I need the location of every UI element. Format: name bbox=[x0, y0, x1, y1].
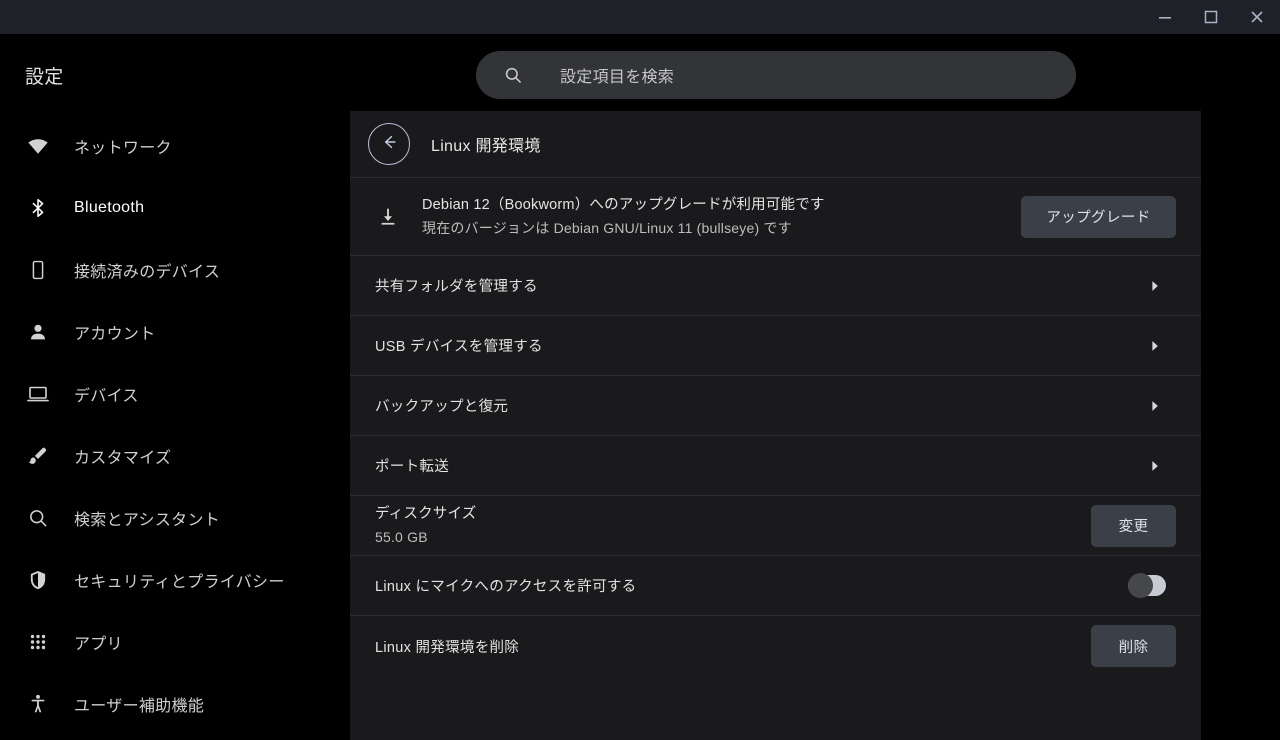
sidebar-item-device[interactable]: デバイス bbox=[0, 363, 350, 425]
minimize-button[interactable] bbox=[1142, 0, 1188, 34]
window-titlebar bbox=[0, 0, 1280, 34]
sidebar-item-accounts[interactable]: アカウント bbox=[0, 301, 350, 363]
remove-linux-button[interactable]: 削除 bbox=[1091, 625, 1176, 667]
close-button[interactable] bbox=[1234, 0, 1280, 34]
sidebar-item-label: Bluetooth bbox=[74, 199, 145, 216]
sidebar-item-label: カスタマイズ bbox=[74, 450, 172, 467]
shield-icon bbox=[25, 568, 51, 592]
main-panel: Linux 開発環境 Debian 12（Bookworm）へのアップグレードが… bbox=[350, 111, 1201, 740]
disk-size-text: ディスクサイズ 55.0 GB bbox=[375, 503, 476, 548]
microphone-access-label: Linux にマイクへのアクセスを許可する bbox=[375, 579, 637, 595]
change-disk-size-button[interactable]: 変更 bbox=[1091, 504, 1176, 547]
brush-icon bbox=[25, 444, 51, 468]
disk-size-value: 55.0 GB bbox=[375, 528, 428, 545]
sidebar-item-label: ユーザー補助機能 bbox=[74, 698, 205, 715]
row-label: ポート転送 bbox=[375, 459, 449, 475]
back-button[interactable] bbox=[368, 123, 410, 165]
settings-window: 設定 ネットワーク Bluetooth 接続済みのデバイス アカウント デバイス… bbox=[0, 0, 1280, 740]
panel-header: Linux 開発環境 bbox=[350, 111, 1201, 177]
bluetooth-icon bbox=[25, 196, 51, 220]
search-icon bbox=[502, 64, 524, 86]
disk-size-row: ディスクサイズ 55.0 GB 変更 bbox=[350, 496, 1201, 556]
minimize-icon bbox=[1157, 9, 1173, 25]
chevron-right-icon bbox=[1146, 337, 1164, 355]
microphone-access-toggle[interactable] bbox=[1128, 573, 1166, 598]
download-icon bbox=[375, 204, 401, 230]
microphone-access-row: Linux にマイクへのアクセスを許可する bbox=[350, 556, 1201, 616]
sidebar-item-accessibility[interactable]: ユーザー補助機能 bbox=[0, 673, 350, 735]
close-icon bbox=[1249, 9, 1265, 25]
search-icon bbox=[25, 506, 51, 530]
chevron-right-icon bbox=[1146, 277, 1164, 295]
sidebar-item-search-assistant[interactable]: 検索とアシスタント bbox=[0, 487, 350, 549]
sidebar-item-connected-devices[interactable]: 接続済みのデバイス bbox=[0, 239, 350, 301]
backup-restore-row[interactable]: バックアップと復元 bbox=[350, 376, 1201, 436]
maximize-icon bbox=[1203, 9, 1219, 25]
sidebar-item-label: デバイス bbox=[74, 388, 139, 405]
accessibility-icon bbox=[25, 692, 51, 716]
app-title: 設定 bbox=[25, 67, 64, 88]
sidebar-item-label: アプリ bbox=[74, 636, 123, 653]
sidebar-item-security-privacy[interactable]: セキュリティとプライバシー bbox=[0, 549, 350, 611]
person-icon bbox=[25, 320, 51, 344]
sidebar-item-label: アカウント bbox=[74, 326, 156, 343]
upgrade-secondary-text: 現在のバージョンは Debian GNU/Linux 11 (bullseye)… bbox=[422, 219, 792, 236]
disk-size-label: ディスクサイズ bbox=[375, 506, 477, 523]
row-label: 共有フォルダを管理する bbox=[375, 279, 538, 295]
settings-rows: Debian 12（Bookworm）へのアップグレードが利用可能です 現在のバ… bbox=[350, 177, 1201, 676]
laptop-icon bbox=[25, 382, 51, 406]
phone-icon bbox=[25, 258, 51, 282]
upgrade-text: Debian 12（Bookworm）へのアップグレードが利用可能です 現在のバ… bbox=[422, 194, 825, 239]
sidebar-item-label: ネットワーク bbox=[74, 140, 172, 157]
sidebar-item-label: 接続済みのデバイス bbox=[74, 264, 221, 281]
search-placeholder: 設定項目を検索 bbox=[560, 69, 675, 86]
apps-grid-icon bbox=[25, 630, 51, 654]
sidebar-item-label: セキュリティとプライバシー bbox=[74, 574, 285, 591]
sidebar-item-network[interactable]: ネットワーク bbox=[0, 115, 350, 177]
manage-usb-devices-row[interactable]: USB デバイスを管理する bbox=[350, 316, 1201, 376]
toggle-knob bbox=[1128, 573, 1153, 598]
sidebar-item-personalization[interactable]: カスタマイズ bbox=[0, 425, 350, 487]
remove-linux-row: Linux 開発環境を削除 削除 bbox=[350, 616, 1201, 676]
sidebar-item-label: 検索とアシスタント bbox=[74, 512, 221, 529]
row-label: USB デバイスを管理する bbox=[375, 339, 543, 355]
sidebar: 設定 ネットワーク Bluetooth 接続済みのデバイス アカウント デバイス… bbox=[0, 34, 350, 740]
upgrade-button[interactable]: アップグレード bbox=[1021, 195, 1176, 238]
sidebar-item-apps[interactable]: アプリ bbox=[0, 611, 350, 673]
maximize-button[interactable] bbox=[1188, 0, 1234, 34]
sidebar-item-bluetooth[interactable]: Bluetooth bbox=[0, 177, 350, 239]
upgrade-row: Debian 12（Bookworm）へのアップグレードが利用可能です 現在のバ… bbox=[350, 177, 1201, 256]
sidebar-nav: ネットワーク Bluetooth 接続済みのデバイス アカウント デバイス カス… bbox=[0, 115, 350, 735]
row-label: バックアップと復元 bbox=[375, 399, 509, 415]
chevron-right-icon bbox=[1146, 397, 1164, 415]
upgrade-primary-text: Debian 12（Bookworm）へのアップグレードが利用可能です bbox=[422, 197, 825, 214]
remove-linux-label: Linux 開発環境を削除 bbox=[375, 639, 520, 656]
search-input[interactable]: 設定項目を検索 bbox=[476, 51, 1076, 99]
arrow-left-icon bbox=[379, 132, 399, 157]
manage-shared-folders-row[interactable]: 共有フォルダを管理する bbox=[350, 256, 1201, 316]
chevron-right-icon bbox=[1146, 457, 1164, 475]
wifi-icon bbox=[25, 134, 51, 158]
page-title: Linux 開発環境 bbox=[431, 138, 541, 155]
port-forwarding-row[interactable]: ポート転送 bbox=[350, 436, 1201, 496]
